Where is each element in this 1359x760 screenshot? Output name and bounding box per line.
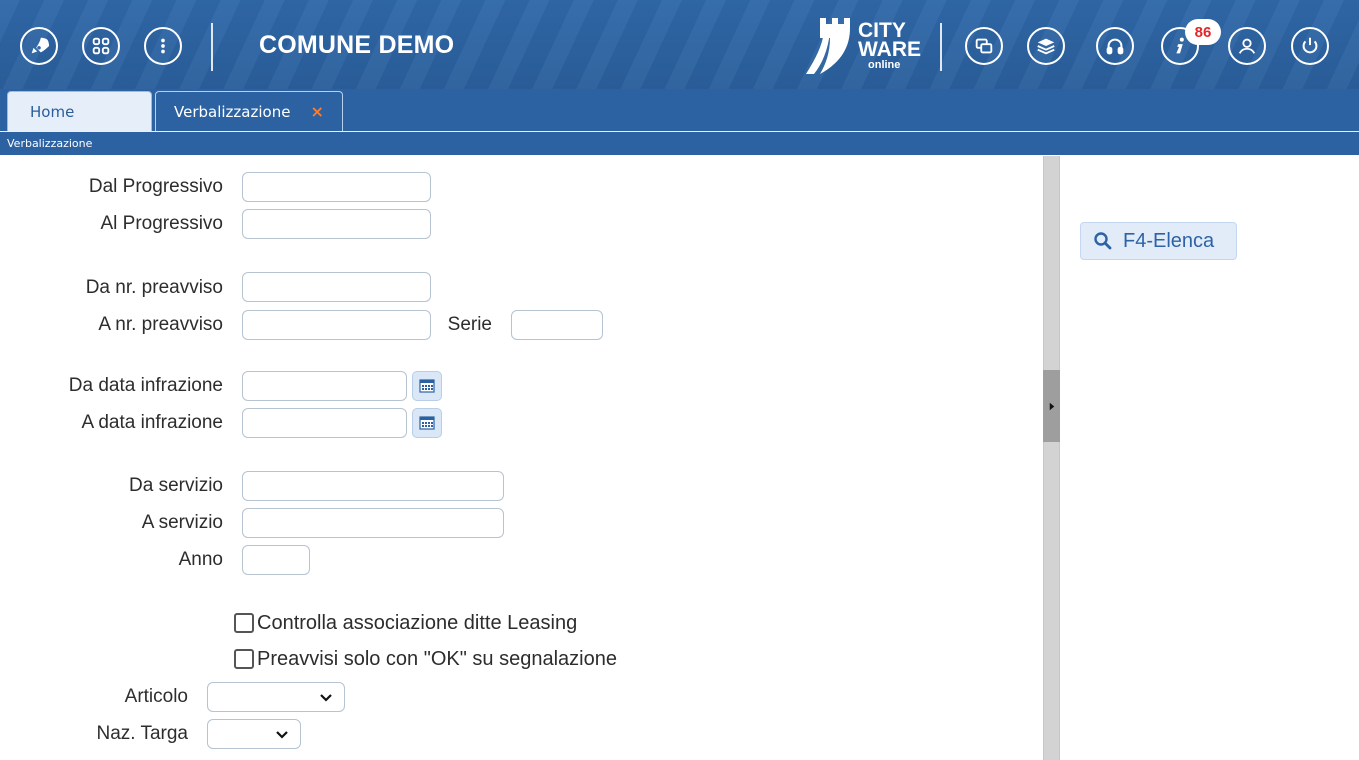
header-divider (940, 23, 942, 71)
calendar-icon[interactable] (412, 408, 442, 438)
app-title: COMUNE DEMO (259, 31, 455, 59)
articolo-label: Articolo (124, 686, 188, 707)
a-nr-preavviso-label: A nr. preavviso (98, 314, 223, 335)
naz-targa-select[interactable] (207, 719, 301, 749)
notification-badge: 86 (1185, 19, 1221, 45)
ok-checkbox-label: Preavvisi solo con "OK" su segnalazione (257, 648, 617, 670)
header-divider (211, 23, 213, 71)
da-data-infrazione-label: Da data infrazione (68, 375, 223, 396)
tab-home[interactable]: Home (7, 91, 152, 131)
cityware-logo: CITY WARE online (806, 18, 926, 74)
chevron-down-icon (276, 731, 288, 739)
tab-close-icon[interactable]: × (310, 102, 323, 121)
logo-line2: WARE (858, 38, 921, 61)
da-nr-preavviso-input[interactable] (242, 272, 431, 302)
da-servizio-label: Da servizio (129, 475, 223, 496)
a-data-infrazione-input[interactable] (242, 408, 407, 438)
serie-label: Serie (447, 314, 492, 335)
al-progressivo-input[interactable] (242, 209, 431, 239)
more-vertical-icon[interactable] (144, 27, 182, 65)
da-data-infrazione-input[interactable] (242, 371, 407, 401)
dal-progressivo-input[interactable] (242, 172, 431, 202)
da-servizio-input[interactable] (242, 471, 504, 501)
articolo-select[interactable] (207, 682, 345, 712)
panel-splitter[interactable] (1043, 156, 1060, 760)
tower-logo-icon (806, 18, 850, 74)
ok-checkbox[interactable] (234, 649, 254, 669)
leasing-checkbox-label: Controlla associazione ditte Leasing (257, 612, 578, 634)
user-icon[interactable] (1228, 27, 1266, 65)
splitter-toggle[interactable] (1043, 370, 1060, 442)
a-data-infrazione-label: A data infrazione (81, 412, 223, 433)
anno-label: Anno (178, 549, 223, 570)
breadcrumb: Verbalizzazione (7, 137, 93, 150)
headset-icon[interactable] (1096, 27, 1134, 65)
da-nr-preavviso-label: Da nr. preavviso (85, 277, 223, 298)
tab-verbalizzazione-label: Verbalizzazione (174, 102, 291, 121)
a-servizio-input[interactable] (242, 508, 504, 538)
rocket-icon[interactable] (20, 27, 58, 65)
windows-icon[interactable] (965, 27, 1003, 65)
f4-elenca-button[interactable]: F4-Elenca (1080, 222, 1237, 260)
tab-verbalizzazione[interactable]: Verbalizzazione × (155, 91, 343, 131)
breadcrumb-bar: Verbalizzazione (0, 131, 1359, 155)
tab-bar: Home Verbalizzazione × (0, 89, 1359, 131)
apps-grid-icon[interactable] (82, 27, 120, 65)
power-icon[interactable] (1291, 27, 1329, 65)
app-header: COMUNE DEMO CITY WARE online 86 (0, 0, 1359, 89)
chevron-down-icon (320, 694, 332, 702)
tab-home-label: Home (30, 102, 75, 121)
calendar-icon[interactable] (412, 371, 442, 401)
dal-progressivo-label: Dal Progressivo (88, 176, 223, 197)
f4-elenca-label: F4-Elenca (1123, 229, 1215, 252)
al-progressivo-label: Al Progressivo (100, 213, 224, 234)
search-icon (1094, 232, 1112, 250)
serie-input[interactable] (511, 310, 603, 340)
a-servizio-label: A servizio (141, 512, 223, 533)
stack-icon[interactable] (1027, 27, 1065, 65)
caret-right-icon (1049, 402, 1054, 410)
anno-input[interactable] (242, 545, 310, 575)
leasing-checkbox[interactable] (234, 613, 254, 633)
logo-line3: online (868, 59, 901, 71)
a-nr-preavviso-input[interactable] (242, 310, 431, 340)
naz-targa-label: Naz. Targa (96, 723, 188, 744)
